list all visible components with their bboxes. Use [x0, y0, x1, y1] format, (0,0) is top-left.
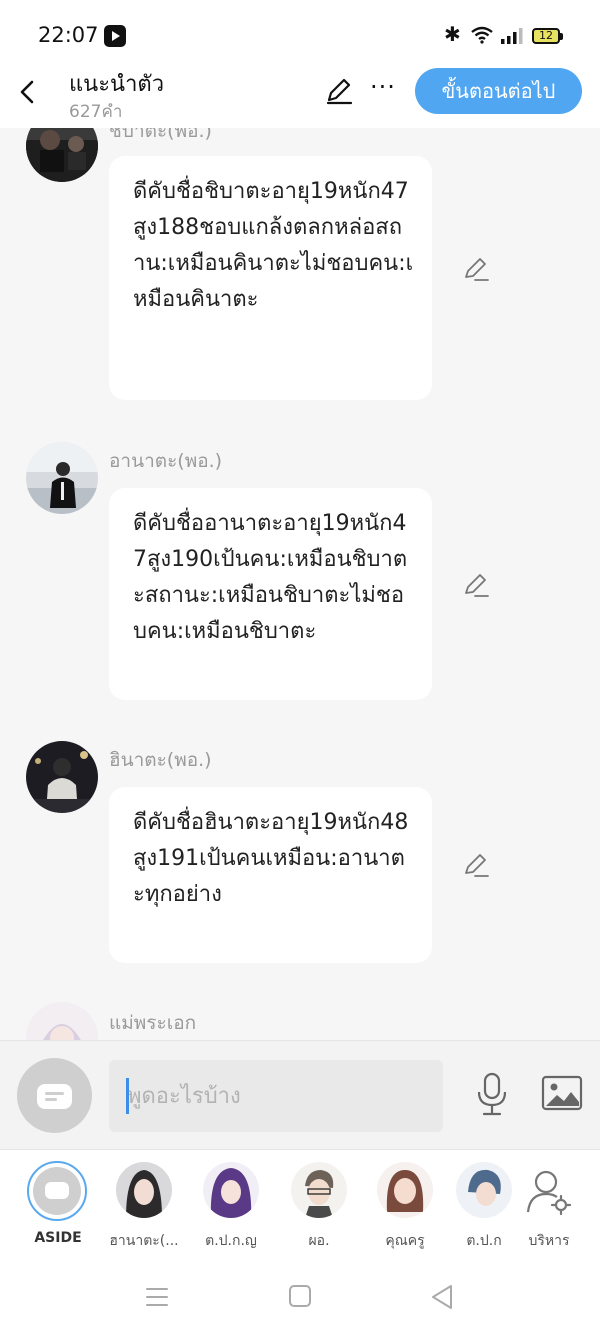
youtube-icon [104, 25, 126, 47]
character-item-manage[interactable]: บริหาร [506, 1162, 590, 1258]
character-item-aside[interactable]: ASIDE [15, 1161, 99, 1258]
character-label: บริหาร [528, 1233, 570, 1249]
character-item[interactable]: ฮานาตะ(... [101, 1162, 185, 1258]
character-name: อานาตะ(พอ.) [109, 450, 223, 472]
image-icon[interactable] [541, 1074, 583, 1112]
character-label: ต.ป.ก.ญ [205, 1233, 257, 1249]
edit-icon[interactable] [324, 76, 354, 106]
header: แนะนำตัว 627คำ ··· ขั้นตอนต่อไป [0, 64, 600, 128]
character-strip: ASIDE ฮานาตะ(... ต.ป.ก.ญ ผอ. คุณครู ต.ป.… [0, 1150, 600, 1258]
message-input[interactable] [109, 1060, 443, 1132]
battery-icon: 12 [532, 28, 563, 44]
avatar [291, 1162, 347, 1218]
avatar[interactable] [26, 1002, 98, 1040]
status-time: 22:07 [38, 23, 99, 47]
character-item[interactable]: คุณครู [362, 1162, 446, 1258]
aside-icon [27, 1161, 87, 1221]
edit-icon[interactable] [462, 571, 490, 599]
character-item[interactable]: ต.ป.ก.ญ [188, 1162, 272, 1258]
character-name: แม่พระเอก [109, 1012, 197, 1034]
character-label: ASIDE [34, 1230, 82, 1246]
signal-icon [501, 28, 523, 44]
aside-mode-button[interactable] [17, 1058, 92, 1133]
input-bar [0, 1040, 600, 1150]
next-step-button[interactable]: ขั้นตอนต่อไป [415, 68, 582, 114]
status-bar: 22:07 ✱ 12 [0, 0, 600, 64]
character-label: ผอ. [308, 1233, 330, 1249]
message-bubble[interactable]: ดีคับชื่อชิบาตะอายุ19หนัก47สูง188ชอบแกล้… [109, 156, 432, 400]
message-bubble[interactable]: ดีคับชื่ออานาตะอายุ19หนัก47สูง190เป้นคน:… [109, 488, 432, 700]
character-label: คุณครู [385, 1233, 425, 1249]
bluetooth-icon: ✱ [444, 22, 461, 46]
wifi-icon [471, 26, 493, 44]
microphone-icon[interactable] [474, 1071, 510, 1117]
avatar [456, 1162, 512, 1218]
word-count: 627คำ [69, 102, 123, 122]
avatar [116, 1162, 172, 1218]
character-name: ชิบาตะ(พอ.) [109, 128, 212, 142]
system-nav-bar [0, 1258, 600, 1333]
home-icon[interactable] [289, 1285, 311, 1307]
back-button[interactable] [16, 78, 40, 106]
manage-users-icon [526, 1170, 572, 1216]
character-item[interactable]: ผอ. [276, 1162, 360, 1258]
edit-icon[interactable] [462, 851, 490, 879]
character-label: ฮานาตะ(... [109, 1233, 179, 1249]
recent-apps-icon[interactable] [146, 1287, 168, 1307]
avatar [203, 1162, 259, 1218]
avatar[interactable] [26, 128, 98, 182]
avatar [377, 1162, 433, 1218]
avatar[interactable] [26, 741, 98, 813]
message-bubble[interactable]: ดีคับชื่อฮินาตะอายุ19หนัก48สูง191เป้นคนเ… [109, 787, 432, 963]
avatar[interactable] [26, 442, 98, 514]
edit-icon[interactable] [462, 255, 490, 283]
character-name: ฮินาตะ(พอ.) [109, 749, 212, 771]
more-icon[interactable]: ··· [370, 75, 396, 106]
back-triangle-icon[interactable] [430, 1284, 454, 1310]
chat-bubble-icon [37, 1084, 72, 1109]
chat-area[interactable]: ชิบาตะ(พอ.) ดีคับชื่อชิบาตะอายุ19หนัก47ส… [0, 128, 600, 1040]
text-cursor [126, 1078, 129, 1114]
page-title: แนะนำตัว [69, 72, 165, 97]
